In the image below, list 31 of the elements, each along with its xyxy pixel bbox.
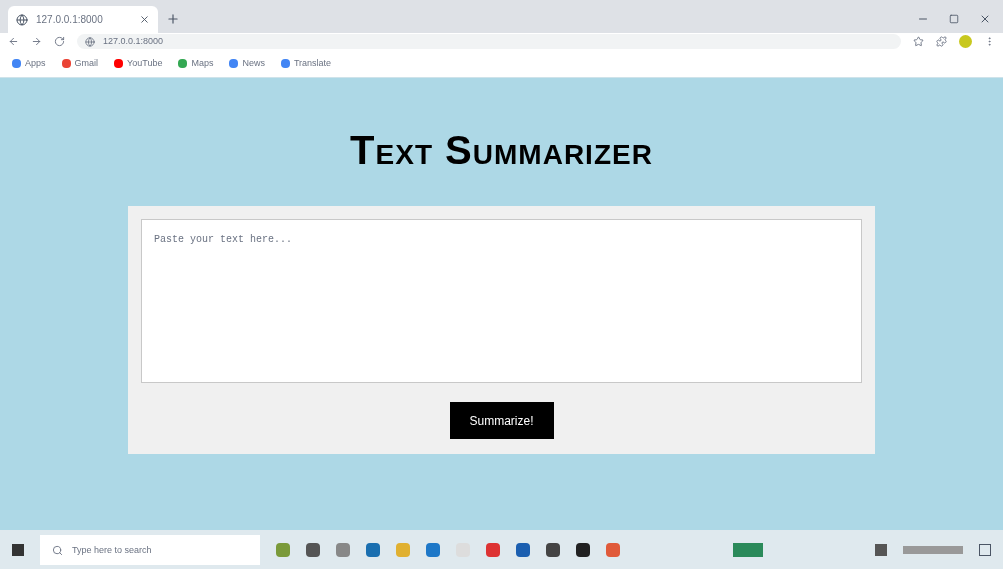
puzzle-icon[interactable] <box>936 36 947 47</box>
bookmark-item[interactable]: YouTube <box>114 56 163 71</box>
bookmark-item[interactable]: Apps <box>12 56 46 71</box>
bookmark-item[interactable]: Maps <box>178 56 214 71</box>
forward-icon[interactable] <box>31 36 42 47</box>
app-icon[interactable] <box>546 542 560 557</box>
page-heading: Text Summarizer <box>350 130 653 170</box>
browser-tab[interactable]: 127.0.0.1:8000 <box>8 6 158 33</box>
search-icon <box>52 544 63 556</box>
globe-icon <box>85 36 95 47</box>
app-icon[interactable] <box>306 542 320 557</box>
back-icon[interactable] <box>8 36 19 47</box>
maximize-icon[interactable] <box>949 14 959 24</box>
star-icon[interactable] <box>913 36 924 47</box>
bookmark-item[interactable]: Gmail <box>61 56 99 71</box>
address-text: 127.0.0.1:8000 <box>103 34 164 48</box>
taskbar-search-field[interactable]: Type here to search <box>40 534 260 565</box>
summarize-button[interactable]: Summarize! <box>449 402 554 439</box>
tab-title: 127.0.0.1:8000 <box>36 13 104 27</box>
bookmark-item[interactable]: Translate <box>280 56 332 71</box>
start-icon[interactable] <box>12 543 24 556</box>
text-input[interactable]: Paste your text here... <box>141 219 862 383</box>
bookmark-item[interactable]: News <box>229 56 265 71</box>
new-tab-icon[interactable] <box>166 12 180 26</box>
notification-icon[interactable] <box>979 543 991 556</box>
globe-icon <box>16 13 28 26</box>
app-icon[interactable] <box>576 542 590 557</box>
address-bar[interactable]: 127.0.0.1:8000 <box>77 34 901 49</box>
close-icon[interactable] <box>979 13 991 25</box>
reload-icon[interactable] <box>54 36 65 47</box>
close-icon[interactable] <box>139 14 150 25</box>
